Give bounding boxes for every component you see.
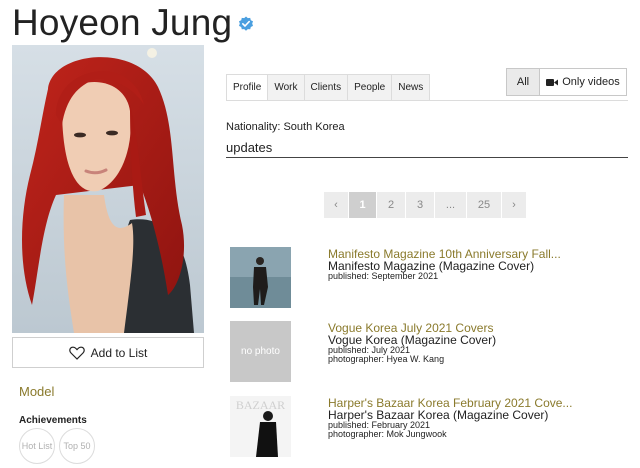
filter-videos-label: Only videos: [562, 76, 620, 88]
item-thumbnail[interactable]: BAZAAR: [230, 396, 291, 457]
achievements-title: Achievements: [19, 415, 87, 426]
category-link[interactable]: Model: [19, 384, 54, 399]
add-to-list-label: Add to List: [90, 345, 148, 360]
tab-clients[interactable]: Clients: [304, 74, 349, 101]
tab-people[interactable]: People: [348, 74, 393, 101]
pagination-ellipsis: ...: [435, 192, 467, 218]
add-to-list-button[interactable]: Add to List: [12, 337, 204, 368]
pagination-page[interactable]: 3: [406, 192, 435, 218]
tab-profile[interactable]: Profile: [226, 74, 269, 101]
item-thumbnail[interactable]: no photo: [230, 321, 291, 382]
heart-icon: [68, 346, 85, 360]
video-camera-icon: [546, 78, 559, 86]
updates-heading: updates: [226, 140, 273, 155]
verified-badge-icon: [239, 16, 253, 31]
tabs-divider: [226, 100, 628, 101]
tab-news[interactable]: News: [392, 74, 431, 101]
updates-divider: [226, 157, 628, 158]
pagination-page[interactable]: 1: [349, 192, 377, 218]
profile-name: Hoyeon Jung: [12, 2, 233, 43]
achievement-badge[interactable]: Hot List: [19, 428, 55, 464]
pagination-next[interactable]: ›: [502, 192, 527, 218]
profile-tabs: Profile Work Clients People News: [226, 74, 431, 101]
bazaar-logo-text: BAZAAR: [236, 398, 285, 412]
item-published: published: September 2021: [328, 271, 439, 281]
pagination: ‹ 1 2 3 ... 25 ›: [324, 192, 527, 218]
achievement-badge[interactable]: Top 50: [59, 428, 95, 464]
item-thumbnail[interactable]: [230, 247, 291, 308]
filter-videos-button[interactable]: Only videos: [539, 68, 627, 96]
tab-work[interactable]: Work: [268, 74, 305, 101]
filter-all-button[interactable]: All: [506, 68, 540, 96]
profile-photo[interactable]: [12, 45, 204, 333]
pagination-prev[interactable]: ‹: [324, 192, 349, 218]
item-photographer: photographer: Hyea W. Kang: [328, 354, 445, 364]
pagination-page[interactable]: 2: [377, 192, 406, 218]
item-photographer: photographer: Mok Jungwook: [328, 429, 447, 439]
nationality-text: Nationality: South Korea: [226, 121, 345, 133]
pagination-page[interactable]: 25: [467, 192, 502, 218]
